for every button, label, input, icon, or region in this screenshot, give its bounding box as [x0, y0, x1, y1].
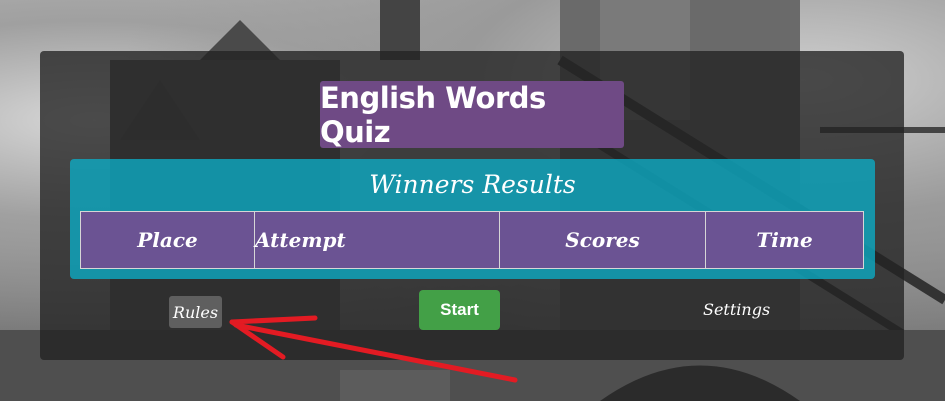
settings-link[interactable]: Settings — [703, 300, 770, 319]
column-header-scores: Scores — [499, 211, 706, 269]
rules-button[interactable]: Rules — [169, 296, 222, 328]
table-header-row: Place Attempt Scores Time — [80, 211, 864, 269]
column-header-time: Time — [705, 211, 864, 269]
start-button[interactable]: Start — [419, 290, 500, 330]
results-heading: Winners Results — [369, 170, 576, 199]
column-header-attempt: Attempt — [254, 211, 500, 269]
page-title: English Words Quiz — [320, 81, 624, 149]
results-table: Place Attempt Scores Time — [80, 211, 864, 269]
column-header-place: Place — [80, 211, 255, 269]
